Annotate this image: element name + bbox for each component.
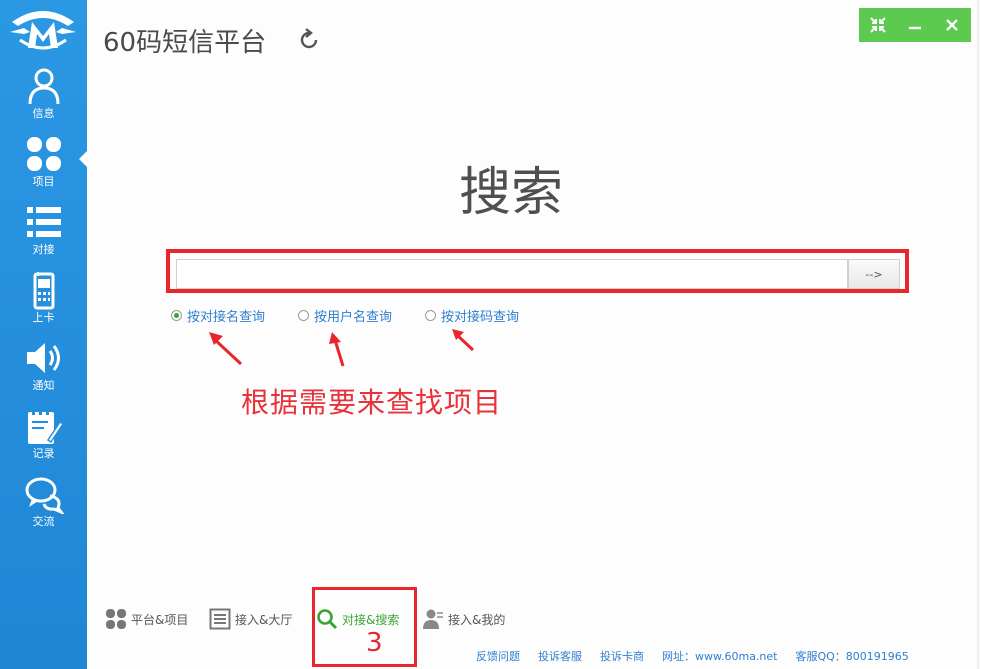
sidebar-item-dock[interactable]: 对接 — [0, 202, 87, 270]
sidebar-item-label: 记录 — [32, 447, 55, 460]
person-icon — [423, 609, 443, 629]
active-indicator — [79, 151, 87, 167]
user-icon — [28, 68, 59, 105]
radio-dot[interactable] — [171, 309, 182, 321]
sidebar: 信息 项目 对接 上卡 通知 记录 交流 — [0, 0, 87, 669]
radio-label: 按对接名查询 — [187, 309, 266, 325]
sidebar-item-label: 对接 — [32, 243, 55, 256]
bottom-nav-label: 平台&项目 — [131, 612, 189, 627]
footer-website: 网址：www.60ma.net — [662, 650, 778, 663]
arrow-icon — [329, 332, 345, 367]
annotation-text: 根据需要来查找项目 — [241, 386, 503, 419]
grid-icon — [26, 137, 61, 171]
radio-dot[interactable] — [425, 309, 436, 321]
list-box-icon — [209, 608, 231, 630]
sidebar-item-projects[interactable]: 项目 — [0, 134, 87, 202]
arrow-icon — [452, 329, 475, 352]
chat-icon — [25, 477, 64, 514]
collapse-icon — [869, 17, 886, 33]
bottom-nav-mine[interactable]: 接入&我的 — [422, 608, 505, 630]
footer-link-complain-service[interactable]: 投诉客服 — [538, 648, 582, 664]
sidebar-item-label: 通知 — [32, 379, 55, 392]
sidebar-item-label: 信息 — [32, 107, 55, 120]
bottom-nav-label: 接入&大厅 — [235, 612, 293, 627]
sidebar-item-info[interactable]: 信息 — [0, 66, 87, 134]
main-panel: 60码短信平台 搜索 --> 按对接名查询 按用户名查询 按对接码查询 根据需要… — [87, 0, 979, 669]
close-button[interactable] — [939, 12, 965, 38]
radio-by-dock-name[interactable]: 按对接名查询 — [171, 306, 266, 325]
sidebar-item-chat[interactable]: 交流 — [0, 474, 87, 542]
footer-link-feedback[interactable]: 反馈问题 — [476, 648, 520, 664]
radio-dot[interactable] — [298, 309, 309, 321]
radio-by-dock-code[interactable]: 按对接码查询 — [425, 306, 520, 325]
app-logo-icon — [10, 11, 76, 50]
radio-label: 按用户名查询 — [314, 309, 393, 325]
notepad-icon — [27, 408, 64, 444]
radio-by-username[interactable]: 按用户名查询 — [298, 306, 393, 325]
sidebar-item-label: 上卡 — [32, 311, 55, 324]
radio-label: 按对接码查询 — [441, 309, 520, 325]
step-number: 3 — [366, 628, 383, 658]
step-highlight-box — [312, 587, 417, 667]
list-icon — [26, 207, 61, 237]
sidebar-item-label: 交流 — [32, 515, 55, 528]
sidebar-item-card[interactable]: 上卡 — [0, 270, 87, 338]
bottom-nav-label: 接入&我的 — [448, 612, 506, 627]
sidebar-item-notify[interactable]: 通知 — [0, 338, 87, 406]
bottom-nav-platform[interactable]: 平台&项目 — [105, 608, 188, 630]
refresh-icon[interactable] — [297, 28, 321, 52]
close-icon — [946, 19, 959, 31]
footer-qq: 客服QQ：800191965 — [795, 650, 909, 663]
minimize-icon — [908, 26, 921, 30]
footer-link-complain-card[interactable]: 投诉卡商 — [600, 648, 644, 664]
sidebar-item-label: 项目 — [32, 175, 55, 188]
bottom-nav-hall[interactable]: 接入&大厅 — [209, 608, 292, 630]
search-go-button[interactable]: --> — [848, 259, 900, 289]
speaker-icon — [26, 343, 60, 373]
app-title: 60码短信平台 — [103, 28, 267, 58]
search-input[interactable] — [176, 259, 848, 289]
phone-icon — [33, 272, 54, 310]
arrow-icon — [209, 332, 243, 366]
search-heading: 搜索 — [459, 163, 564, 223]
window-controls — [859, 8, 971, 42]
footer: 反馈问题 投诉客服 投诉卡商 网址：www.60ma.net 客服QQ：8001… — [476, 648, 927, 664]
sidebar-item-records[interactable]: 记录 — [0, 406, 87, 474]
grid-icon — [106, 609, 126, 629]
minimize-button[interactable] — [902, 12, 928, 38]
restore-button[interactable] — [865, 12, 891, 38]
